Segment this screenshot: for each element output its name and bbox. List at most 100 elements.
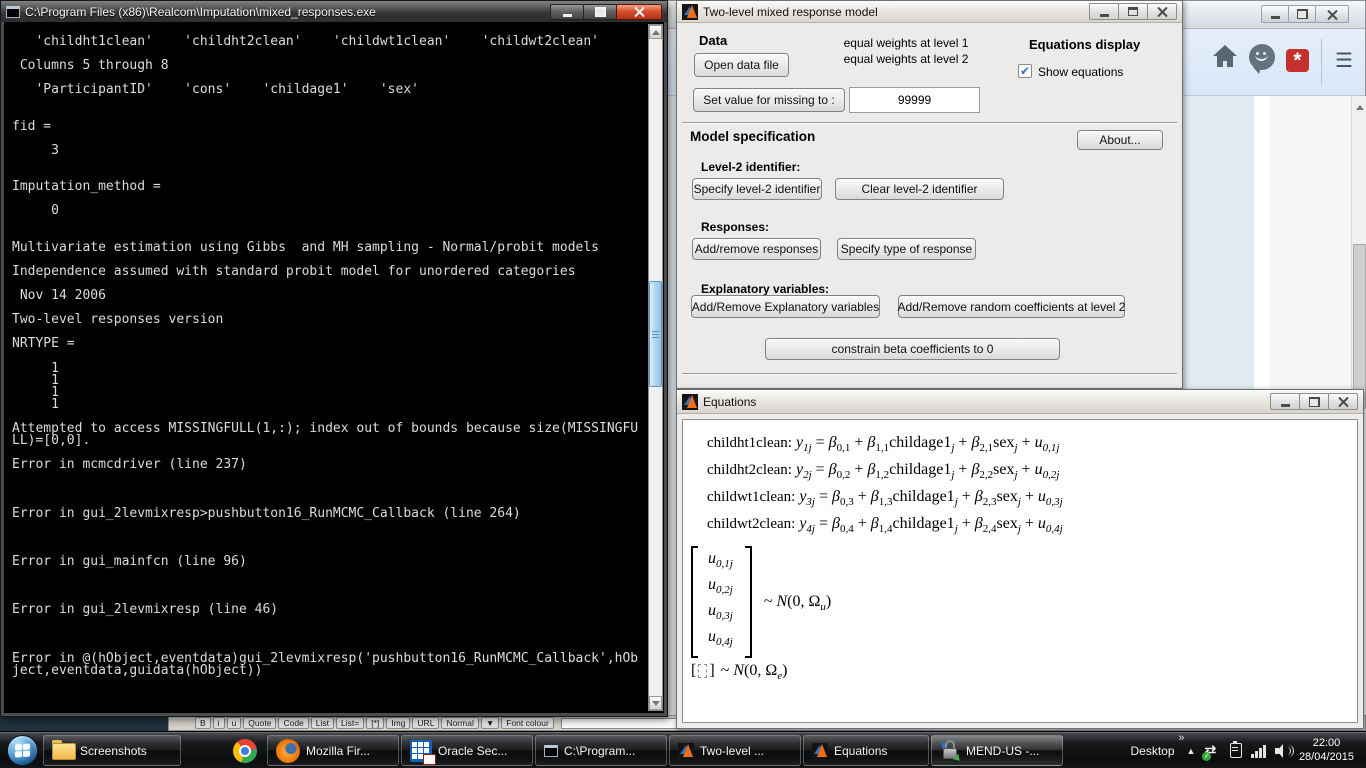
matlab-icon	[678, 743, 694, 759]
editor-toolbar-button[interactable]: B	[195, 717, 211, 729]
taskbar-clock[interactable]: 22:00 28/04/2015	[1297, 732, 1364, 764]
minimize-icon	[1281, 404, 1290, 407]
console-titlebar[interactable]: C:\Program Files (x86)\Realcom\Imputatio…	[1, 1, 667, 22]
editor-toolbar-button[interactable]: List	[311, 717, 334, 729]
taskbar-item-label: Screenshots	[80, 744, 147, 758]
add-remove-explanatory-button[interactable]: Add/Remove Explanatory variables	[691, 295, 880, 318]
taskbar-item-oracle[interactable]: 13 Oracle Sec...	[401, 735, 533, 766]
about-button[interactable]: About...	[1077, 130, 1163, 150]
editor-toolbar-button[interactable]: Img	[386, 717, 410, 729]
vlc-icon	[193, 739, 213, 763]
minimize-icon	[1100, 14, 1109, 17]
desktop: * ☰ BiuQuoteCodeListList=[*]ImgURLNormal…	[0, 0, 1366, 768]
e-open-bracket: [	[691, 662, 696, 680]
model-titlebar[interactable]: Two-level mixed response model	[677, 1, 1182, 23]
model-minimize-button[interactable]	[1089, 3, 1119, 20]
console-restore-button[interactable]	[583, 4, 617, 20]
e-distribution: ~ N(0, Ωe)	[721, 662, 788, 680]
editor-toolbar-button[interactable]: Code	[278, 717, 308, 729]
u-vector-entries: u0,1ju0,2ju0,3ju0,4j	[698, 546, 745, 658]
set-missing-value-button[interactable]: Set value for missing to :	[693, 88, 845, 112]
equations-minimize-button[interactable]	[1270, 393, 1300, 410]
e-vector-distribution: [] ~ N(0, Ωe)	[691, 662, 1357, 680]
specify-level2-button[interactable]: Specify level-2 identifier	[692, 178, 822, 200]
editor-toolbar-button[interactable]: i	[213, 717, 225, 729]
lock-sync-icon	[940, 739, 960, 763]
constrain-beta-button[interactable]: constrain beta coefficients to 0	[765, 338, 1060, 360]
taskbar-item-two-level[interactable]: Two-level ...	[669, 735, 801, 766]
editor-toolbar-button[interactable]: ▼	[481, 717, 499, 729]
specify-response-type-button[interactable]: Specify type of response	[837, 238, 976, 260]
scroll-up-arrow[interactable]	[649, 25, 662, 39]
equation-line: childwt1clean: y3j = β0,3 + β1,3childage…	[707, 488, 1357, 515]
u-distribution: ~ N(0, Ωu)	[764, 593, 831, 611]
editor-toolbar-button[interactable]: URL	[412, 717, 439, 729]
browser-close-button[interactable]	[1315, 5, 1349, 23]
browser-minimize-button[interactable]	[1261, 5, 1289, 23]
taskbar-item-chrome[interactable]	[225, 735, 265, 766]
lastpass-icon[interactable]: *	[1286, 49, 1309, 72]
section-divider	[682, 122, 1177, 124]
network-signal-icon[interactable]	[1251, 744, 1266, 758]
clipboard-tray-icon[interactable]	[1230, 743, 1242, 758]
editor-toolbar-button[interactable]: Normal	[441, 717, 478, 729]
equations-titlebar[interactable]: Equations	[677, 390, 1363, 414]
u-vector-distribution: u0,1ju0,2ju0,3ju0,4j ~ N(0, Ωu)	[691, 546, 1357, 658]
volume-icon[interactable]	[1275, 743, 1293, 759]
scrollbar-thumb[interactable]	[1353, 244, 1366, 409]
taskbar: Screenshots Mozilla Fir... 13 Oracle Sec…	[0, 731, 1366, 768]
console-minimize-button[interactable]	[550, 4, 584, 20]
open-data-file-button[interactable]: Open data file	[694, 53, 789, 77]
clear-level2-button[interactable]: Clear level-2 identifier	[835, 178, 1004, 200]
taskbar-item-firefox[interactable]: Mozilla Fir...	[267, 735, 399, 766]
console-scrollbar[interactable]	[648, 24, 663, 711]
right-bracket	[745, 546, 752, 658]
missing-value-input[interactable]: 99999	[849, 87, 980, 113]
close-icon	[1338, 396, 1349, 407]
matlab-icon	[682, 394, 698, 410]
console-close-button[interactable]	[616, 4, 662, 20]
taskbar-item-label: Oracle Sec...	[438, 744, 507, 758]
equations-panel: childht1clean: y1j = β0,1 + β1,1childage…	[682, 419, 1358, 723]
home-icon[interactable]	[1212, 45, 1238, 69]
taskbar-item-mendus[interactable]: MEND-US -...	[931, 735, 1063, 766]
scroll-down-arrow[interactable]	[649, 696, 662, 710]
minimize-icon	[563, 14, 572, 17]
show-equations-checkbox[interactable]: ✔	[1018, 64, 1032, 78]
editor-toolbar-button[interactable]: [*]	[366, 717, 384, 729]
editor-toolbar-button[interactable]: Font colour	[501, 717, 554, 729]
taskbar-item-screenshots[interactable]: Screenshots	[43, 735, 181, 766]
model-close-button[interactable]	[1147, 3, 1177, 20]
add-remove-responses-button[interactable]: Add/remove responses	[692, 238, 821, 260]
maximize-icon	[1128, 7, 1138, 16]
browser-restore-button[interactable]	[1288, 5, 1316, 23]
editor-toolbar-button[interactable]: Quote	[243, 717, 276, 729]
editor-text-input[interactable]	[561, 718, 689, 729]
data-section-header: Data	[699, 33, 727, 48]
editor-toolbar-button[interactable]: List=	[336, 717, 364, 729]
equations-window: Equations childht1clean: y1j = β0,1 + β1…	[676, 389, 1364, 729]
firefox-icon	[276, 739, 300, 763]
scrollbar-thumb[interactable]	[649, 281, 662, 387]
taskbar-item-console[interactable]: C:\Program...	[535, 735, 667, 766]
scroll-up-arrow[interactable]	[1353, 100, 1366, 114]
sync-tray-icon[interactable]: ⇄✓	[1204, 742, 1221, 759]
editor-toolbar-button[interactable]: u	[227, 717, 242, 729]
windows-logo-icon	[7, 735, 38, 766]
chat-bubble-icon[interactable]	[1249, 44, 1275, 70]
taskbar-item-label: C:\Program...	[564, 744, 635, 758]
close-icon	[634, 6, 645, 17]
desktop-toolbar[interactable]: Desktop »	[1122, 732, 1182, 768]
equations-restore-button[interactable]	[1299, 393, 1329, 410]
taskbar-item-equations[interactable]: Equations	[803, 735, 929, 766]
hamburger-menu-icon[interactable]: ☰	[1329, 43, 1359, 77]
equations-close-button[interactable]	[1328, 393, 1358, 410]
add-remove-random-coeff-button[interactable]: Add/Remove random coefficients at level …	[898, 295, 1125, 318]
taskbar-item-vlc[interactable]	[183, 735, 223, 766]
equation-line: childht1clean: y1j = β0,1 + β1,1childage…	[707, 434, 1357, 461]
model-maximize-button[interactable]	[1118, 3, 1148, 20]
chevron-icon: »	[1178, 732, 1184, 744]
browser-window-controls	[1262, 5, 1349, 23]
start-button[interactable]	[2, 732, 42, 768]
tray-expand-icon[interactable]: ▲	[1187, 746, 1196, 756]
